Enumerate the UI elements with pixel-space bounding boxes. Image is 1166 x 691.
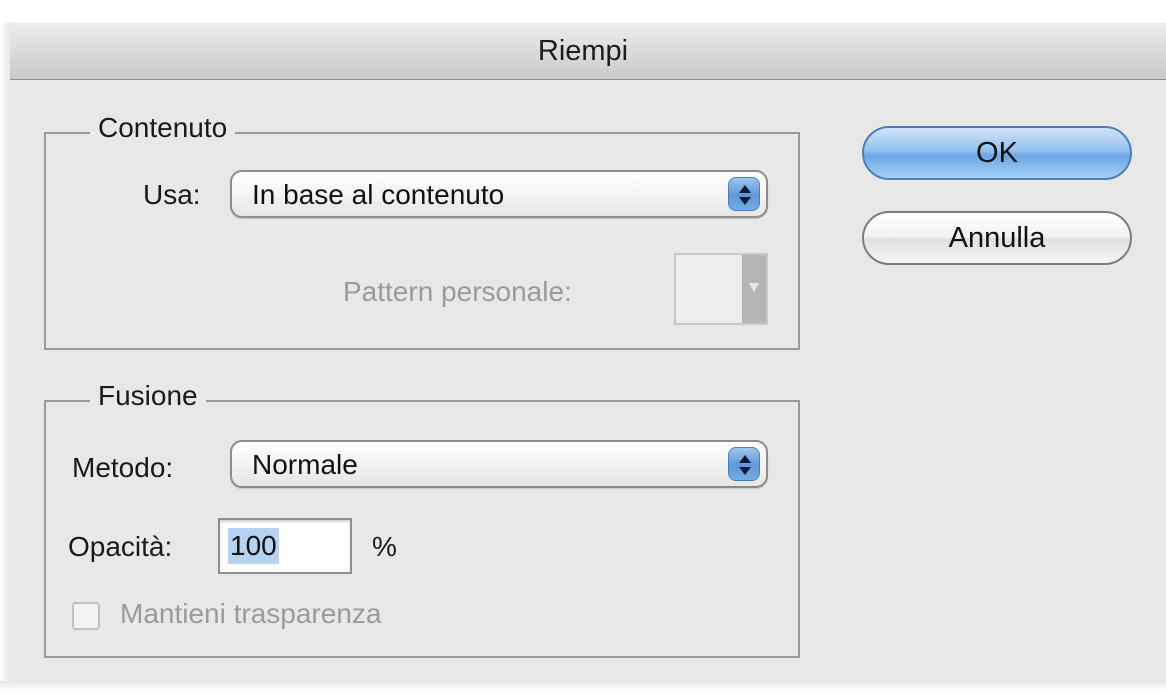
window-shadow-bottom [0,681,1166,691]
usa-popup[interactable]: In base al contenuto [230,170,768,218]
mantieni-trasparenza-label: Mantieni trasparenza [120,598,382,629]
fill-dialog: Riempi Contenuto Usa: In base al contenu… [0,0,1166,691]
updown-arrows-icon [728,177,760,211]
opacita-label: Opacità: [68,531,173,562]
pattern-personale-label: Pattern personale: [343,276,572,307]
opacita-field[interactable]: 100 [218,518,352,574]
ok-button[interactable]: OK [862,126,1132,180]
chevron-down-icon [742,255,766,323]
window-shadow-left [0,22,10,691]
metodo-label: Metodo: [72,452,174,483]
cancel-button[interactable]: Annulla [862,211,1132,265]
contenuto-group-label: Contenuto [90,112,236,144]
usa-label: Usa: [143,179,201,210]
opacita-unit: % [372,531,397,562]
metodo-popup-value: Normale [252,449,358,480]
pattern-picker[interactable] [674,253,768,325]
opacita-value: 100 [228,528,279,564]
metodo-popup[interactable]: Normale [230,440,768,488]
fusione-group-label: Fusione [90,380,206,412]
title-bar[interactable]: Riempi [0,22,1166,80]
updown-arrows-icon [728,447,760,481]
usa-popup-value: In base al contenuto [252,179,505,210]
mantieni-trasparenza-checkbox[interactable] [72,602,100,630]
dialog-title: Riempi [537,35,629,67]
